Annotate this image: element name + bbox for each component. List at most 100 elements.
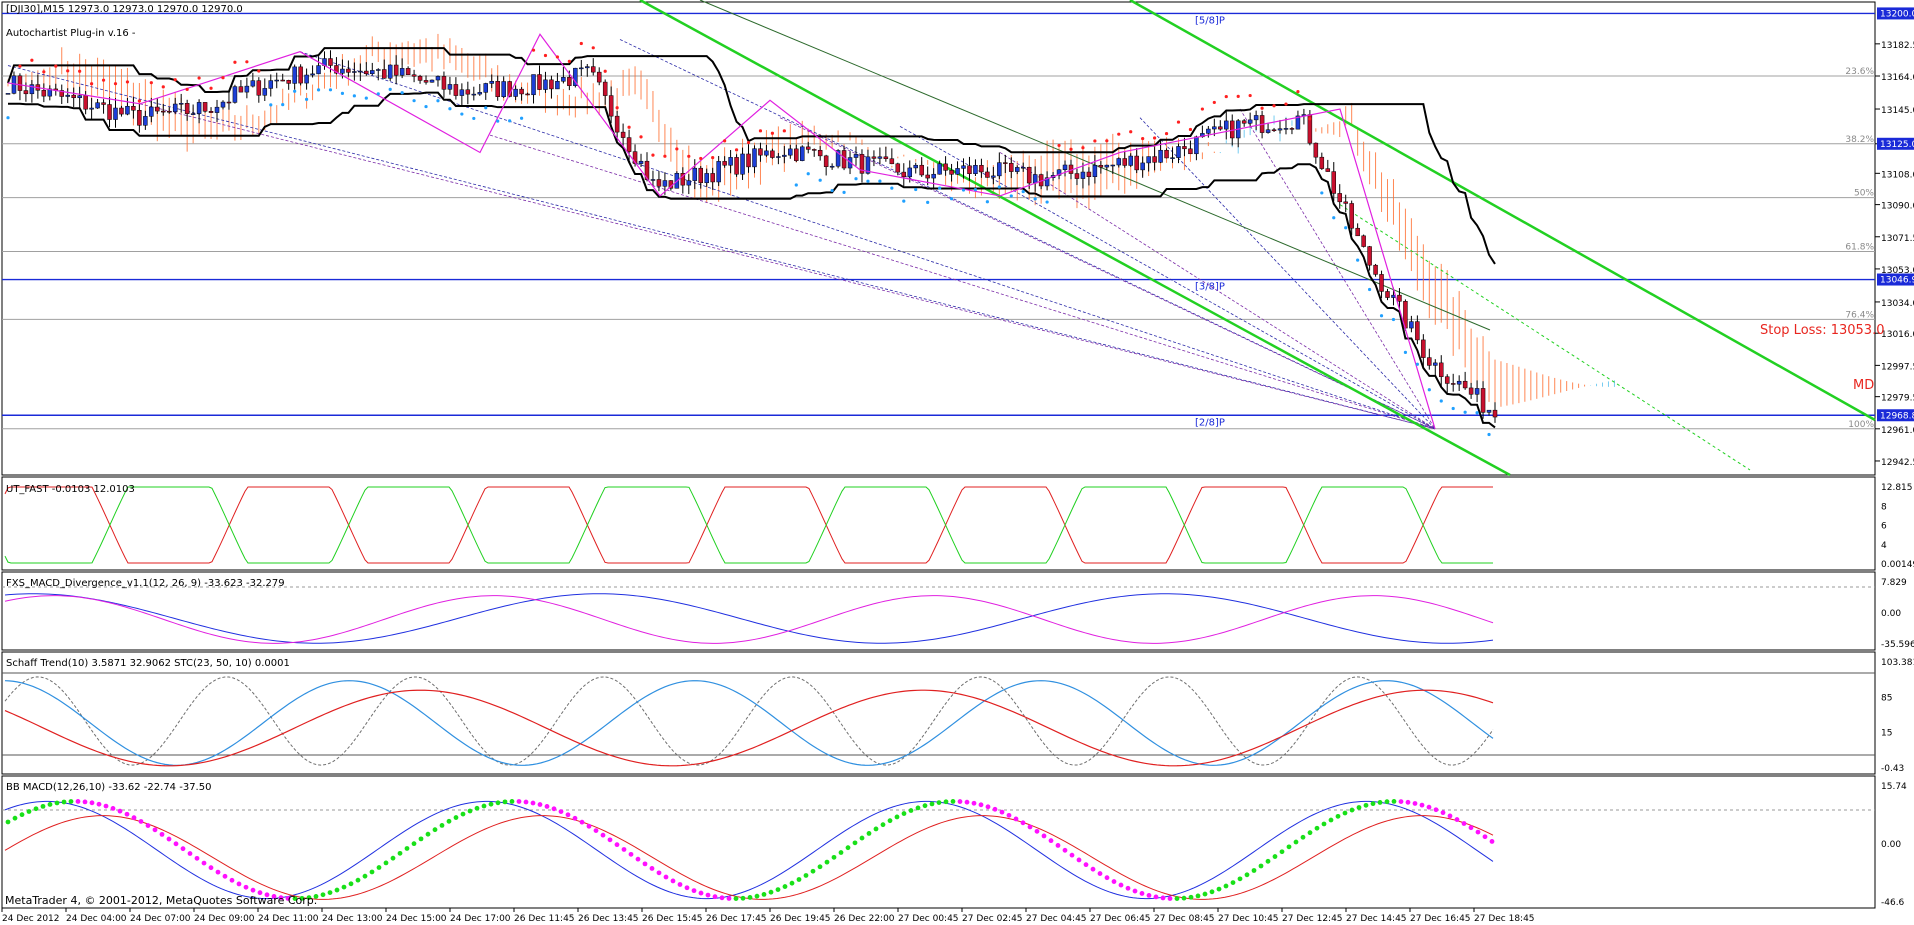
candle-body	[567, 77, 572, 86]
time-tick-label: 27 Dec 06:45	[1090, 914, 1151, 924]
bb-macd-dot	[1342, 810, 1348, 816]
sar-dot	[734, 148, 739, 152]
sar-dot	[842, 190, 846, 194]
sar-dot	[1451, 406, 1455, 411]
bb-macd-dot	[1223, 883, 1229, 889]
sar-dot	[591, 46, 595, 50]
candle-body	[238, 86, 244, 93]
candle-body	[226, 101, 232, 104]
candle-body	[101, 102, 106, 105]
candle-body	[95, 102, 100, 109]
candle-body	[1415, 321, 1420, 341]
indicator-tick-label: 15.74	[1881, 782, 1907, 792]
price-tick-label: 13108.0	[1881, 170, 1914, 180]
sar-dot	[316, 88, 321, 92]
trading-chart[interactable]: 23.6% 38.2% 50% 61.8% 76.4% 100% [5/8]P [3/8]P…	[0, 0, 1914, 925]
bb-macd-dot	[943, 799, 949, 805]
bb-macd-dot	[1307, 830, 1313, 836]
price-tick-label: 12961.0	[1881, 426, 1914, 436]
bb-macd-dot	[586, 823, 592, 829]
candle-body	[770, 150, 775, 158]
time-tick-label: 26 Dec 17:45	[706, 914, 767, 924]
candle-body	[1486, 409, 1492, 413]
bb-macd-dot	[474, 805, 480, 811]
sar-dot	[42, 70, 46, 74]
sar-dot	[973, 188, 978, 192]
sar-dot	[985, 200, 989, 204]
candle-body	[292, 66, 297, 84]
sar-dot	[149, 81, 153, 85]
candle-body	[447, 84, 453, 90]
sar-dot	[627, 125, 631, 129]
sar-dot	[1379, 314, 1384, 318]
sar-dot	[376, 92, 380, 96]
bb-macd-dot	[194, 855, 200, 861]
bb-macd-dot	[54, 800, 60, 806]
candle-body	[979, 165, 984, 173]
bb-macd-dot	[992, 806, 998, 812]
candle-body	[1110, 164, 1116, 167]
sar-dot	[639, 135, 643, 139]
sar-dot	[161, 85, 165, 89]
candle-body	[483, 83, 489, 93]
sar-dot	[90, 82, 94, 86]
candle-body	[286, 80, 291, 84]
sar-dot	[1188, 127, 1193, 132]
plugin-label: Autochartist Plug-in v.16 -	[6, 28, 136, 39]
sar-dot	[519, 116, 524, 120]
candle-body	[358, 70, 363, 73]
bb-macd-dot	[425, 831, 431, 837]
time-tick-label: 26 Dec 11:45	[514, 914, 575, 924]
fib-level-label: 38.2%	[1845, 135, 1874, 145]
candle-body	[1456, 380, 1462, 385]
sar-dot	[78, 69, 82, 73]
candle-body	[823, 155, 829, 167]
sar-dot	[806, 172, 810, 176]
candle-body	[895, 163, 901, 173]
bb-macd-dot	[1335, 813, 1341, 819]
price-tick-label: 12979.5	[1881, 394, 1914, 404]
candle-body	[1337, 193, 1342, 203]
bb-macd-dot	[803, 873, 809, 878]
bb-macd-dot	[1174, 896, 1180, 901]
bb-macd-dot	[1069, 852, 1075, 858]
time-tick-label: 24 Dec 07:00	[130, 914, 191, 924]
candle-body	[740, 153, 745, 175]
candle-body	[71, 94, 76, 99]
bb-macd-dot	[614, 842, 620, 848]
candle-body	[626, 137, 632, 152]
bb-macd-dot	[96, 801, 102, 807]
candle-body	[149, 106, 154, 117]
time-tick-label: 26 Dec 19:45	[770, 914, 831, 924]
candle-body	[1343, 201, 1348, 204]
candle-body	[328, 58, 333, 66]
macd-divergence-label: FXS_MACD_Divergence_v1.1(12, 26, 9) -33.…	[6, 578, 285, 589]
sar-dot	[1487, 432, 1491, 437]
candle-body	[1265, 129, 1271, 133]
sar-dot	[66, 69, 70, 73]
bb-macd-dot	[1272, 854, 1278, 859]
bb-macd-dot	[936, 800, 942, 806]
murray-level-label: [3/8]P	[1195, 282, 1225, 293]
candle-body	[722, 161, 727, 166]
bb-macd-dot	[1258, 863, 1264, 869]
sar-dot	[746, 140, 751, 145]
time-tick-label: 24 Dec 09:00	[194, 914, 255, 924]
bb-macd-dot	[642, 861, 648, 867]
bb-macd-dot	[551, 806, 557, 812]
bb-macd-dot	[558, 809, 564, 815]
candle-body	[1206, 128, 1211, 134]
sar-dot	[281, 102, 285, 107]
candle-body	[752, 148, 757, 168]
bb-macd-dot	[866, 831, 872, 836]
candle-body	[1349, 203, 1354, 229]
bb-macd-dot	[691, 888, 697, 894]
sar-dot	[30, 58, 34, 62]
bb-macd-dot	[670, 878, 676, 884]
candle-body	[901, 171, 907, 178]
bb-macd-dot	[152, 827, 158, 833]
bb-macd-dot	[404, 846, 410, 851]
candle-body	[196, 102, 202, 114]
bb-macd-dot	[1034, 828, 1040, 834]
sar-dot	[1200, 107, 1204, 111]
